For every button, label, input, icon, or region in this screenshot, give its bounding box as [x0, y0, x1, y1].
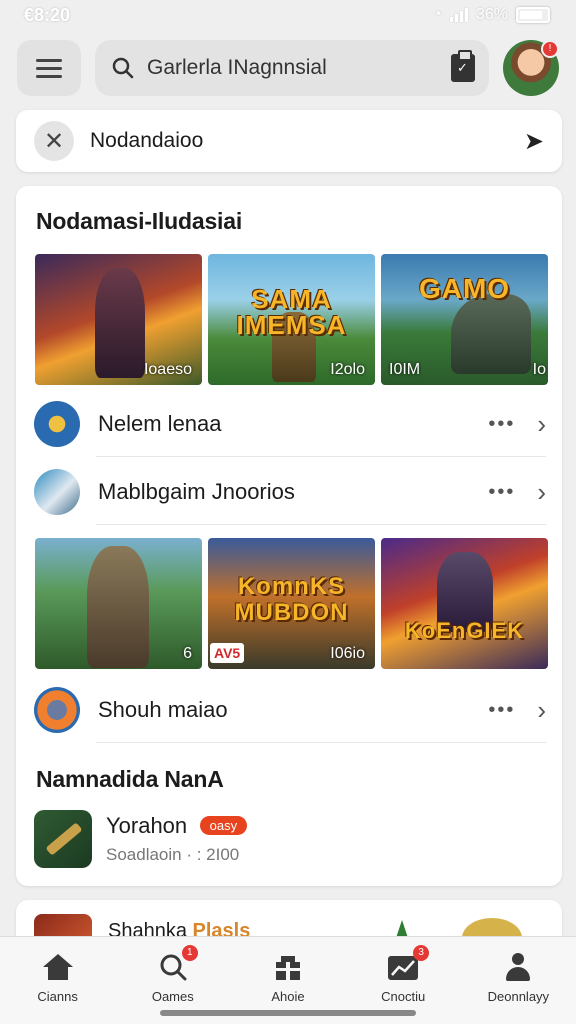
game-tile[interactable]: GAMO I0IM Io — [381, 254, 548, 385]
list-item-label: Mablbgaim Jnoorios — [98, 479, 295, 504]
nav-badge: 3 — [413, 945, 430, 961]
shield-icon — [34, 687, 80, 733]
tile-caption: I0IM — [389, 361, 421, 378]
list-item-label: Shouh maiao — [98, 697, 228, 722]
nav-label: Deonnlayy — [487, 989, 550, 1004]
tile-row: Ioaeso SAMA IMEMSA I2olo GAMO I0IM Io — [35, 254, 548, 385]
nav-item-home[interactable]: Cianns — [8, 951, 108, 1024]
menu-button[interactable] — [17, 40, 81, 96]
list-item[interactable]: Shouh maiao ••• › — [34, 680, 546, 740]
tile-tag: AV5 — [210, 643, 245, 663]
top-bar: Garlerla INagnnsial ! — [17, 40, 559, 96]
nav-label: Cianns — [37, 989, 78, 1004]
game-tile[interactable]: KoEnGIEK — [381, 538, 548, 669]
battery-icon — [516, 7, 550, 23]
avatar[interactable]: ! — [503, 40, 559, 96]
chevron-right-icon: › — [537, 476, 546, 507]
app-badge: oasy — [199, 816, 248, 835]
nav-label: Oames — [151, 989, 194, 1004]
notification-dot: ! — [541, 40, 559, 58]
app-subtitle: Soadlaoin · : 2I00 — [106, 845, 240, 864]
game-tile[interactable]: 6 — [35, 538, 202, 669]
list-item[interactable]: Mablbgaim Jnoorios ••• › — [34, 462, 546, 522]
home-indicator[interactable] — [160, 1010, 416, 1016]
machine-icon — [34, 469, 80, 515]
tile-caption: I2olo — [330, 361, 365, 378]
status-bar: €8:20 ◔ 36% — [0, 0, 576, 30]
close-icon: ✕ — [43, 127, 65, 155]
app-icon — [34, 810, 92, 868]
game-tile[interactable]: SAMA IMEMSA I2olo — [208, 254, 375, 385]
nav-label: Ahoie — [271, 989, 305, 1004]
close-button[interactable]: ✕ — [34, 121, 74, 161]
app-info: Yorahon oasy Soadlaoin · : 2I00 — [106, 813, 248, 865]
status-icons: ◔ 36% — [432, 6, 550, 24]
search-icon — [112, 57, 134, 79]
section-title: Namnadida NanA — [36, 766, 224, 792]
more-icon[interactable]: ••• — [488, 699, 515, 722]
gift-icon — [275, 956, 300, 980]
tile-caption: I06io — [330, 645, 365, 662]
key-icon — [34, 401, 80, 447]
tile-title: KoEnGIEK — [404, 618, 525, 643]
game-tile[interactable]: Ioaeso — [35, 254, 202, 385]
chevron-right-icon: › — [537, 408, 546, 439]
more-icon[interactable]: ••• — [488, 481, 515, 504]
chevron-right-icon: › — [537, 694, 546, 725]
signal-icon — [449, 8, 468, 22]
app-name: Yorahon — [106, 813, 188, 838]
battery-percent: 36% — [475, 6, 508, 23]
filter-bar: ✕ Nodandaioo ➤ — [16, 110, 562, 172]
app-item[interactable]: Yorahon oasy Soadlaoin · : 2I00 — [34, 808, 534, 870]
status-time: €8:20 — [24, 4, 71, 25]
list-item[interactable]: Nelem lenaa ••• › — [34, 394, 546, 454]
home-icon — [42, 954, 73, 980]
clipboard-icon[interactable] — [451, 50, 475, 82]
nav-label: Cnoctiu — [381, 989, 426, 1004]
tile-row: 6 KomnKS MUBDON AV5 I06io KoEnGIEK — [35, 538, 548, 669]
filter-text: Nodandaioo — [90, 129, 204, 152]
tile-caption: Ioaeso — [143, 361, 192, 378]
tile-title: GAMO — [418, 273, 511, 304]
section-title: Nodamasi-Iludasiai — [36, 208, 243, 234]
tile-title: KomnKS MUBDON — [234, 573, 349, 626]
tile-title: SAMA IMEMSA — [236, 284, 347, 340]
nav-badge: 1 — [181, 945, 198, 961]
more-icon[interactable]: ••• — [488, 413, 515, 436]
list-item-label: Nelem lenaa — [98, 411, 222, 436]
tile-caption: 6 — [183, 645, 192, 662]
main-card: Nodamasi-Iludasiai Ioaeso SAMA IMEMSA I2… — [16, 186, 562, 886]
game-tile[interactable]: KomnKS MUBDON AV5 I06io — [208, 538, 375, 669]
person-icon — [504, 953, 532, 981]
search-label: Garlerla INagnnsial — [147, 56, 327, 79]
divider — [96, 456, 546, 457]
nav-item-profile[interactable]: Deonnlayy — [468, 951, 568, 1024]
send-icon[interactable]: ➤ — [524, 127, 544, 156]
divider — [96, 524, 546, 525]
divider — [96, 742, 546, 743]
wifi-icon: ◔ — [432, 6, 442, 23]
tile-caption-right: Io — [532, 361, 546, 378]
search-bar[interactable]: Garlerla INagnnsial — [95, 40, 489, 96]
